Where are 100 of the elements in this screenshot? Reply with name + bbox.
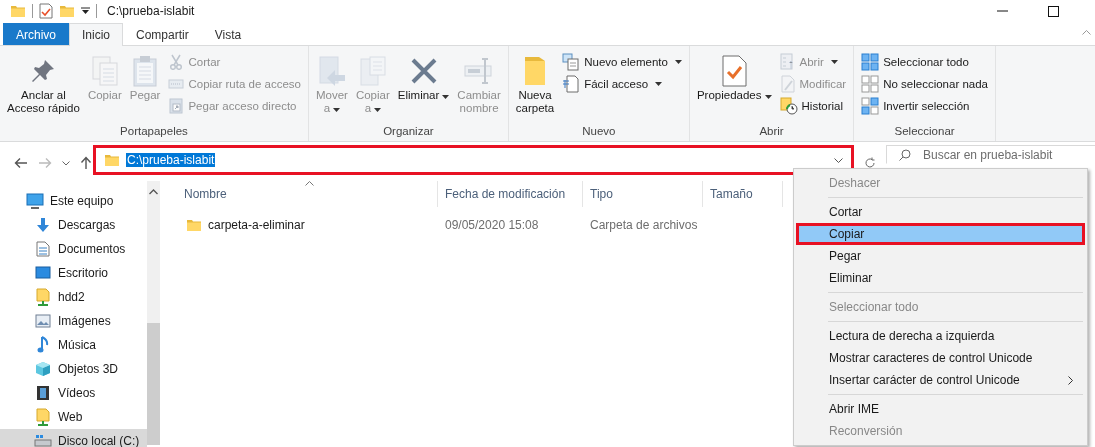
move-icon: [316, 55, 347, 87]
column-header[interactable]: Nombre: [184, 187, 227, 201]
menu-item[interactable]: Mostrar caracteres de control Unicode: [796, 347, 1085, 369]
nav-item[interactable]: Vídeos: [0, 381, 147, 405]
select-all-icon: [861, 53, 880, 71]
search-field[interactable]: Buscar en prueba-islabit: [886, 145, 1095, 164]
scroll-up-icon[interactable]: [149, 189, 158, 195]
film-icon: [36, 385, 50, 401]
network-folder-icon: [36, 288, 50, 306]
menu-item[interactable]: Cortar: [796, 201, 1085, 223]
column-header[interactable]: Tipo: [590, 187, 613, 201]
menu-item[interactable]: Pegar: [796, 245, 1085, 267]
ribbon-tab[interactable]: Archivo: [3, 23, 69, 45]
search-icon: [899, 149, 911, 161]
easy-access-icon: [562, 75, 581, 93]
group-label: Nuevo: [581, 124, 617, 139]
nav-item[interactable]: Este equipo: [0, 189, 147, 213]
network-folder-icon: [36, 408, 50, 426]
address-path: C:\prueba-islabit: [126, 153, 216, 167]
ribbon-button[interactable]: Nueva carpeta: [512, 49, 558, 123]
column-header[interactable]: Fecha de modificación: [445, 187, 566, 201]
sort-ascending-icon: [305, 181, 314, 186]
back-icon[interactable]: [14, 157, 28, 169]
folder-icon: [10, 3, 26, 19]
folder-icon: [104, 152, 120, 168]
column-header[interactable]: Tamaño: [710, 187, 753, 201]
properties-icon: [720, 55, 749, 87]
ribbon-button[interactable]: Historial: [776, 95, 850, 117]
ribbon-button[interactable]: Fácil acceso: [559, 73, 685, 95]
caret-icon: [374, 108, 382, 112]
computer-icon: [26, 193, 44, 209]
caret-icon: [674, 60, 682, 64]
menu-item[interactable]: Eliminar: [796, 267, 1085, 289]
caret-icon: [442, 95, 450, 99]
modified-date: 09/05/2020 15:08: [445, 218, 539, 232]
ribbon-tab[interactable]: Inicio: [69, 23, 124, 46]
group-label: Abrir: [758, 124, 785, 139]
download-icon: [35, 217, 51, 233]
menu-item[interactable]: Lectura de derecha a izquierda: [796, 325, 1085, 347]
folder-icon: [522, 55, 548, 87]
chevron-down-icon[interactable]: [834, 157, 843, 163]
history-icon: [779, 97, 798, 115]
menu-item[interactable]: Insertar carácter de control Unicode: [796, 369, 1085, 391]
copy-icon: [89, 55, 120, 87]
drive-icon: [34, 435, 52, 447]
ribbon-button[interactable]: Invertir selección: [858, 95, 991, 117]
properties-icon[interactable]: [39, 3, 53, 19]
maximize-icon[interactable]: [1048, 5, 1059, 17]
ribbon-button[interactable]: Nuevo elemento: [559, 51, 685, 73]
nav-item[interactable]: Web: [0, 405, 147, 429]
nav-item[interactable]: Objetos 3D: [0, 357, 147, 381]
nav-item[interactable]: Música: [0, 333, 147, 357]
invert-selection-icon: [861, 97, 880, 115]
menu-item[interactable]: Copiar: [796, 223, 1085, 245]
ribbon-button[interactable]: Seleccionar todo: [858, 51, 991, 73]
edit-icon: [779, 75, 796, 93]
ribbon-tab[interactable]: Compartir: [123, 23, 202, 45]
path-icon: [168, 76, 185, 92]
ribbon-tab[interactable]: Vista: [201, 23, 255, 45]
file-type: Carpeta de archivos: [590, 218, 698, 232]
refresh-icon[interactable]: [864, 157, 876, 169]
caret-icon: [764, 95, 772, 99]
shortcut-icon: [168, 98, 185, 114]
group-label: Portapapeles: [119, 124, 189, 139]
nav-item[interactable]: Documentos: [0, 237, 147, 261]
window-title: C:\prueba-islabit: [107, 4, 195, 18]
chevron-down-icon[interactable]: [62, 160, 70, 166]
scrollbar-thumb[interactable]: [147, 323, 160, 445]
menu-item[interactable]: Abrir IME: [796, 398, 1085, 420]
desktop-icon: [35, 266, 51, 280]
music-note-icon: [37, 336, 49, 354]
nav-item[interactable]: Descargas: [0, 213, 147, 237]
open-icon: [779, 53, 796, 71]
file-row[interactable]: carpeta-a-eliminar 09/05/2020 15:08 Carpeta de archivos: [160, 214, 703, 236]
ribbon-button[interactable]: Propiedades: [693, 49, 775, 123]
address-bar[interactable]: C:\prueba-islabit: [93, 145, 854, 175]
copy-to-icon: [357, 55, 388, 87]
caret-icon: [333, 108, 341, 112]
scissors-icon: [168, 54, 185, 70]
new-item-icon: [562, 53, 581, 71]
file-name: carpeta-a-eliminar: [208, 218, 305, 232]
caret-icon: [830, 60, 838, 64]
image-icon: [35, 314, 51, 328]
nav-item[interactable]: Escritorio: [0, 261, 147, 285]
folder-icon: [186, 217, 202, 233]
ribbon-button[interactable]: No seleccionar nada: [858, 73, 991, 95]
caret-icon: [655, 82, 663, 86]
ribbon-button[interactable]: Eliminar: [394, 49, 453, 123]
ribbon-button[interactable]: Anclar al Acceso rápido: [4, 49, 83, 123]
up-icon[interactable]: [80, 156, 92, 170]
folder-icon: [59, 3, 75, 19]
customize-icon[interactable]: [81, 7, 90, 15]
clipboard-icon: [132, 55, 159, 87]
chevron-up-icon[interactable]: [1082, 30, 1091, 35]
select-none-icon: [861, 75, 880, 93]
document-icon: [36, 241, 50, 257]
nav-item[interactable]: Imágenes: [0, 309, 147, 333]
nav-item[interactable]: Disco local (C:): [0, 429, 147, 447]
group-label: Seleccionar: [893, 124, 956, 139]
nav-item[interactable]: hdd2: [0, 285, 147, 309]
